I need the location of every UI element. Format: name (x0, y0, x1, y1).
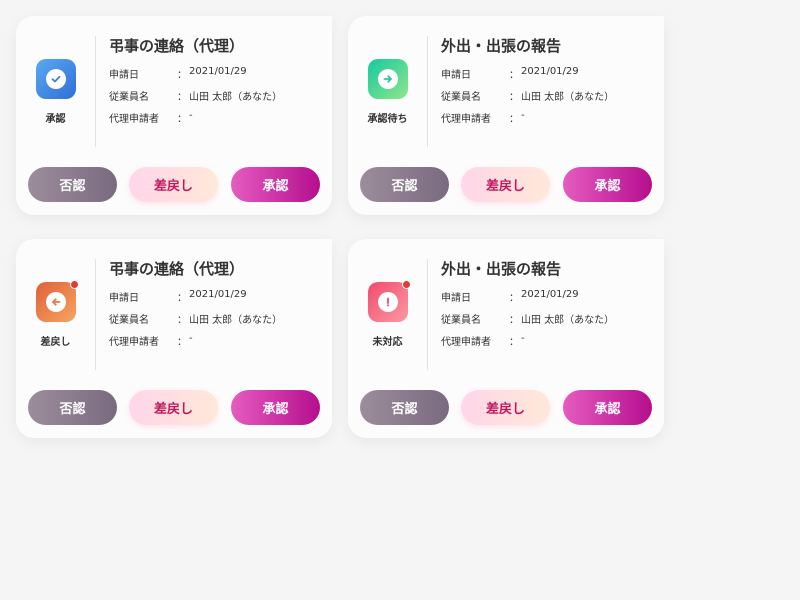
approve-button[interactable]: 承認 (231, 167, 320, 202)
status-label: 未対応 (372, 337, 403, 348)
colon: ： (509, 315, 519, 326)
date-value: 2021/01/29 (521, 289, 579, 300)
colon: ： (177, 114, 187, 125)
employee-key: 従業員名 (109, 315, 149, 326)
card-title: 外出・出張の報告 (441, 260, 562, 278)
divider (427, 36, 428, 147)
date-key: 申請日 (109, 293, 139, 304)
check-icon (46, 69, 66, 89)
divider (427, 259, 428, 370)
colon: ： (509, 293, 519, 304)
employee-value: 山田 太郎（あなた） (521, 92, 615, 103)
arrow-right-icon (378, 69, 398, 89)
reject-button[interactable]: 否認 (28, 167, 117, 202)
date-value: 2021/01/29 (189, 289, 247, 300)
proxy-key: 代理申請者 (109, 337, 159, 348)
return-button[interactable]: 差戻し (461, 167, 550, 202)
status-area: 承認 (16, 16, 95, 147)
colon: ： (177, 70, 187, 81)
proxy-value: - (521, 110, 525, 121)
colon: ： (177, 92, 187, 103)
employee-key: 従業員名 (441, 315, 481, 326)
reject-button[interactable]: 否認 (360, 390, 449, 425)
card-title: 外出・出張の報告 (441, 37, 562, 55)
request-card: 差戻し 弔事の連絡（代理） 申請日 ： 2021/01/29 従業員名 ： 山田… (16, 239, 332, 438)
employee-value: 山田 太郎（あなた） (521, 315, 615, 326)
status-icon-box (36, 59, 76, 99)
request-card: 承認 弔事の連絡（代理） 申請日 ： 2021/01/29 従業員名 ： 山田 … (16, 16, 332, 215)
request-card: 未対応 外出・出張の報告 申請日 ： 2021/01/29 従業員名 ： 山田 … (348, 239, 664, 438)
proxy-key: 代理申請者 (441, 114, 491, 125)
colon: ： (177, 337, 187, 348)
status-label: 承認待ち (367, 114, 408, 125)
date-key: 申請日 (441, 293, 471, 304)
notification-dot (70, 280, 79, 289)
request-card: 承認待ち 外出・出張の報告 申請日 ： 2021/01/29 従業員名 ： 山田… (348, 16, 664, 215)
status-label: 承認 (45, 114, 66, 125)
return-button[interactable]: 差戻し (129, 167, 218, 202)
notification-dot (402, 280, 411, 289)
status-label: 差戻し (40, 337, 71, 348)
employee-key: 従業員名 (109, 92, 149, 103)
divider (95, 36, 96, 147)
employee-key: 従業員名 (441, 92, 481, 103)
colon: ： (509, 92, 519, 103)
reject-button[interactable]: 否認 (360, 167, 449, 202)
card-title: 弔事の連絡（代理） (109, 37, 245, 55)
proxy-value: - (521, 333, 525, 344)
colon: ： (509, 70, 519, 81)
date-key: 申請日 (441, 70, 471, 81)
proxy-key: 代理申請者 (109, 114, 159, 125)
status-icon-box (368, 280, 411, 322)
employee-value: 山田 太郎（あなた） (189, 92, 283, 103)
arrow-left-icon (46, 292, 66, 312)
proxy-value: - (189, 110, 193, 121)
employee-value: 山田 太郎（あなた） (189, 315, 283, 326)
colon: ： (509, 114, 519, 125)
status-area: 承認待ち (348, 16, 427, 147)
date-value: 2021/01/29 (521, 66, 579, 77)
proxy-key: 代理申請者 (441, 337, 491, 348)
status-area: 差戻し (16, 239, 95, 370)
date-value: 2021/01/29 (189, 66, 247, 77)
approve-button[interactable]: 承認 (231, 390, 320, 425)
exclamation-icon (378, 292, 398, 312)
status-icon-box (36, 280, 79, 322)
return-button[interactable]: 差戻し (461, 390, 550, 425)
return-button[interactable]: 差戻し (129, 390, 218, 425)
status-area: 未対応 (348, 239, 427, 370)
colon: ： (509, 337, 519, 348)
colon: ： (177, 315, 187, 326)
approve-button[interactable]: 承認 (563, 390, 652, 425)
approve-button[interactable]: 承認 (563, 167, 652, 202)
status-icon-box (368, 59, 408, 99)
date-key: 申請日 (109, 70, 139, 81)
colon: ： (177, 293, 187, 304)
proxy-value: - (189, 333, 193, 344)
card-title: 弔事の連絡（代理） (109, 260, 245, 278)
divider (95, 259, 96, 370)
reject-button[interactable]: 否認 (28, 390, 117, 425)
